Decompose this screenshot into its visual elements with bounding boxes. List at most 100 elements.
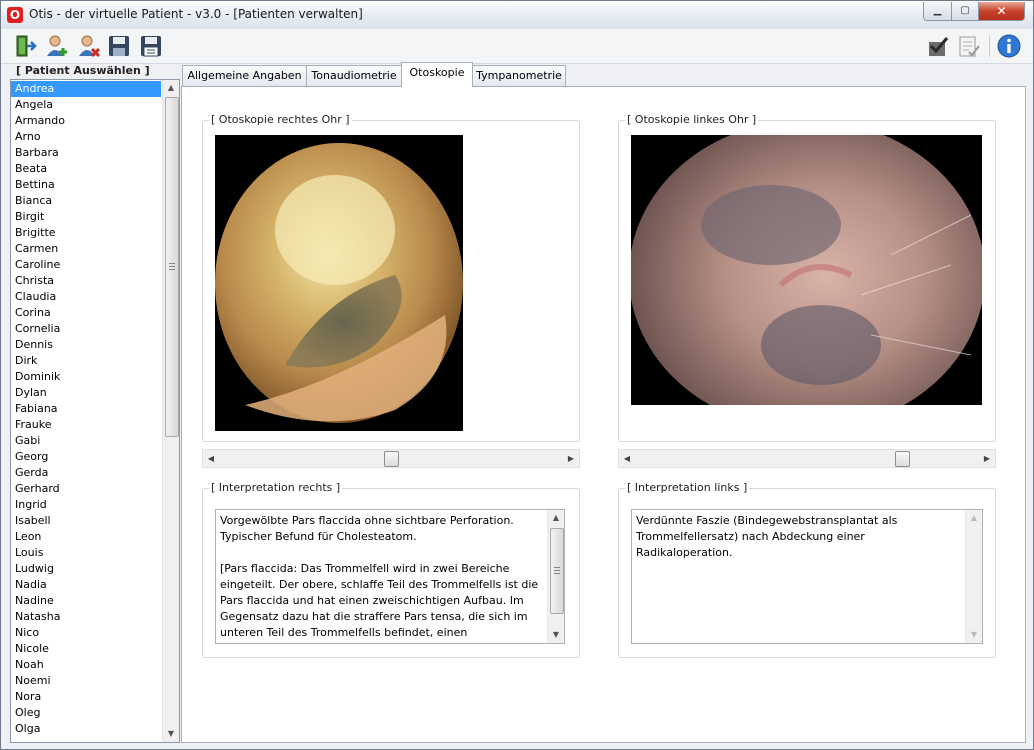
patient-list-item[interactable]: Caroline [11,257,161,273]
patient-list-item[interactable]: Isabell [11,513,161,529]
grip-line [554,570,560,571]
scroll-down-arrow-icon[interactable]: ▼ [548,627,564,643]
save-as-icon[interactable] [139,34,163,58]
interpretation-left-text: Verdünnte Faszie (Bindegewebstransplanta… [636,514,901,559]
slider-knob[interactable] [384,451,399,467]
slider-knob[interactable] [895,451,910,467]
patient-list-item[interactable]: Birgit [11,209,161,225]
patient-list-item[interactable]: Gerda [11,465,161,481]
tab-allgemeine-angaben[interactable]: Allgemeine Angaben [182,65,307,86]
patient-list-item[interactable]: Dirk [11,353,161,369]
otoskopie-right-group: [ Otoskopie rechtes Ohr ] [202,113,580,442]
scrollbar-thumb[interactable] [550,528,564,614]
interpretation-right-title: [ Interpretation rechts ] [209,481,343,494]
patient-list-item[interactable]: Nora [11,689,161,705]
patient-list-item[interactable]: Frauke [11,417,161,433]
interpretation-left-title: [ Interpretation links ] [625,481,750,494]
right-image-slider[interactable]: ◀ ▶ [202,449,580,468]
slider-left-arrow-icon[interactable]: ◀ [619,450,635,467]
otoskopie-panel: [ Otoskopie rechtes Ohr ] [Otoskopie li… [181,86,1026,743]
grip-line [554,567,560,568]
patient-list-item[interactable]: Nadia [11,577,161,593]
checklist-icon[interactable] [957,34,981,58]
interpretation-right-text: Vorgewölbte Pars flaccida ohne sichtbare… [220,514,539,639]
slider-right-arrow-icon[interactable]: ▶ [563,450,579,467]
slider-left-arrow-icon[interactable]: ◀ [203,450,219,467]
minimize-button[interactable]: ▁ [923,2,952,21]
window-title: Otis - der virtuelle Patient - v3.0 - [P… [29,7,363,21]
tab-otoskopie[interactable]: Otoskopie [401,62,473,87]
interpretation-left-scrollbar[interactable]: ▲ ▼ [965,510,982,643]
patient-list-item[interactable]: Arno [11,129,161,145]
remove-patient-icon[interactable] [77,34,101,58]
patient-list-item[interactable]: Dylan [11,385,161,401]
patient-list-item[interactable]: Angela [11,97,161,113]
patient-list-item[interactable]: Dominik [11,369,161,385]
patient-list-item[interactable]: Leon [11,529,161,545]
scroll-down-arrow-icon[interactable]: ▼ [966,627,982,643]
interpretation-right-textarea[interactable]: Vorgewölbte Pars flaccida ohne sichtbare… [215,509,565,644]
grip-line [169,266,175,267]
slider-right-arrow-icon[interactable]: ▶ [979,450,995,467]
patient-list-item[interactable]: Natasha [11,609,161,625]
interpretation-left-group: [ Interpretation links ] Verdünnte Faszi… [618,481,996,658]
add-patient-icon[interactable] [45,34,69,58]
interpretation-left-textarea[interactable]: Verdünnte Faszie (Bindegewebstransplanta… [631,509,983,644]
patient-list-item[interactable]: Brigitte [11,225,161,241]
patient-list-item[interactable]: Nico [11,625,161,641]
check-grade-icon[interactable] [927,34,951,58]
patient-list-scrollbar[interactable]: ▲ ▼ [162,80,179,742]
grip-line [169,269,175,270]
toolbar [1,29,1033,64]
patient-list-item[interactable]: Ingrid [11,497,161,513]
patient-list-item[interactable]: Olga [11,721,161,737]
patient-list-item[interactable]: Christa [11,273,161,289]
patient-list-item[interactable]: Carmen [11,241,161,257]
patient-list-item[interactable]: Louis [11,545,161,561]
patient-list-item[interactable]: Armando [11,113,161,129]
save-icon[interactable] [107,34,131,58]
patient-list-item[interactable]: Noemi [11,673,161,689]
title-bar[interactable]: O Otis - der virtuelle Patient - v3.0 - … [1,1,1033,29]
patient-list-item[interactable]: Nicole [11,641,161,657]
patient-list-item[interactable]: Andrea [11,81,161,97]
scroll-up-arrow-icon[interactable]: ▲ [966,510,982,526]
scroll-up-arrow-icon[interactable]: ▲ [163,80,179,96]
patient-list-item[interactable]: Ludwig [11,561,161,577]
otoskopie-right-title: [ Otoskopie rechtes Ohr ] [209,113,352,126]
right-ear-otoscopy-image [215,135,463,431]
close-button[interactable]: ✕ [978,2,1025,21]
patient-list-item[interactable]: Beata [11,161,161,177]
grip-line [554,573,560,574]
patient-list-item[interactable]: Corina [11,305,161,321]
left-image-slider[interactable]: ◀ ▶ [618,449,996,468]
toolbar-separator [989,35,990,57]
app-window: O Otis - der virtuelle Patient - v3.0 - … [0,0,1034,750]
patient-panel-title: [ Patient Auswählen ] [16,64,150,77]
patient-panel: [ Patient Auswählen ] Andrea Angela Armand… [10,64,180,743]
patient-list-item[interactable]: Noah [11,657,161,673]
otoskopie-left-title: [ Otoskopie linkes Ohr ] [625,113,759,126]
patient-list-item[interactable]: Oleg [11,705,161,721]
patient-list-item[interactable]: Bianca [11,193,161,209]
info-icon[interactable] [997,34,1021,58]
scroll-up-arrow-icon[interactable]: ▲ [548,510,564,526]
tab-tonaudiometrie[interactable]: Tonaudiometrie [306,65,402,86]
patient-list-item[interactable]: Dennis [11,337,161,353]
scrollbar-thumb[interactable] [165,97,179,437]
interpretation-right-scrollbar[interactable]: ▲ ▼ [547,510,564,643]
maximize-button[interactable]: ▢ [951,2,979,21]
patient-list-item[interactable]: Gerhard [11,481,161,497]
patient-list-item[interactable]: Nadine [11,593,161,609]
patient-list-item[interactable]: Bettina [11,177,161,193]
tab-tympanometrie[interactable]: Tympanometrie [472,65,566,86]
patient-list[interactable]: Andrea Angela Armando Arno Barbara Beata Betti… [10,79,180,743]
exit-door-icon[interactable] [13,34,37,58]
patient-list-item[interactable]: Cornelia [11,321,161,337]
patient-list-item[interactable]: Barbara [11,145,161,161]
patient-list-item[interactable]: Fabiana [11,401,161,417]
scroll-down-arrow-icon[interactable]: ▼ [163,726,179,742]
patient-list-item[interactable]: Georg [11,449,161,465]
patient-list-item[interactable]: Claudia [11,289,161,305]
patient-list-item[interactable]: Gabi [11,433,161,449]
